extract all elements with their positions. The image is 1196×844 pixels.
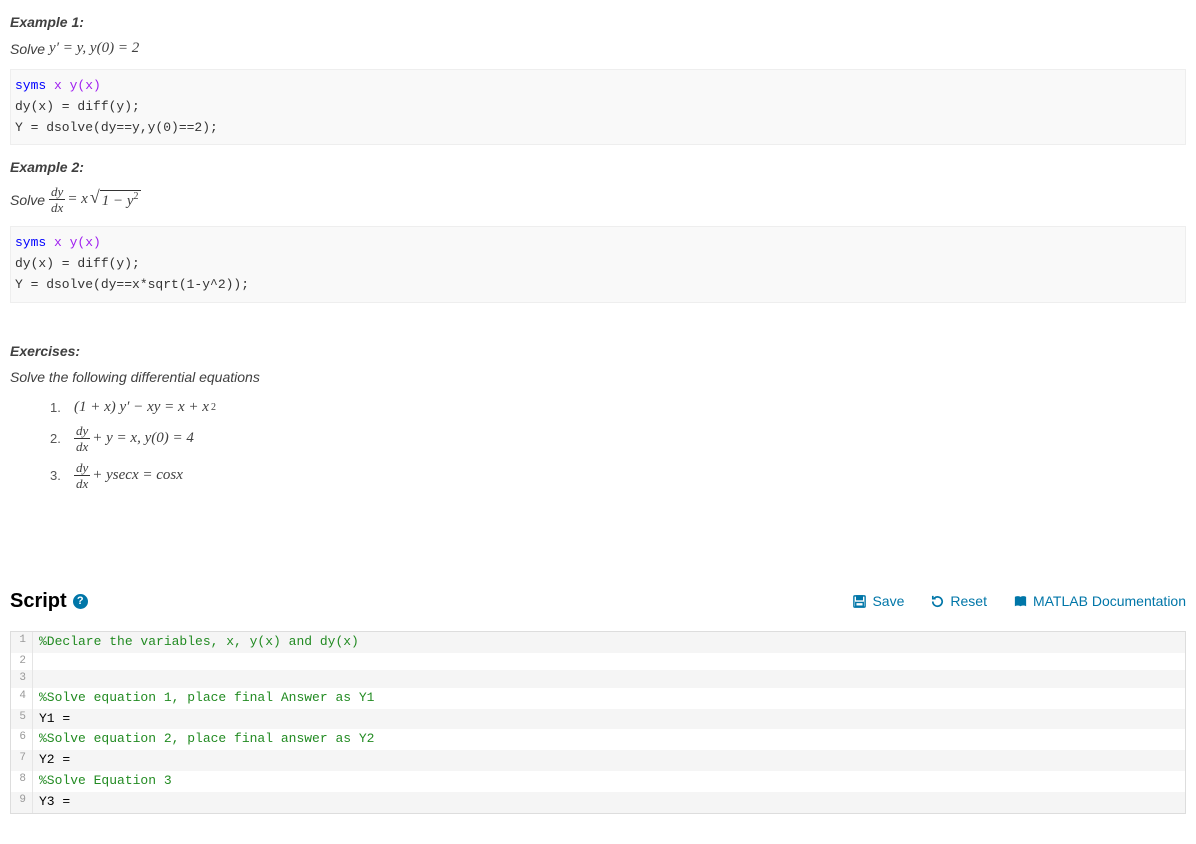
code-line[interactable]: %Solve equation 2, place final answer as… [33,729,374,750]
fraction: dy dx [74,461,90,490]
example2-codeblock: syms x y(x) dy(x) = diff(y); Y = dsolve(… [10,226,1186,302]
editor-row[interactable]: 6 %Solve equation 2, place final answer … [11,729,1185,750]
code-line[interactable] [33,670,39,688]
save-button[interactable]: Save [852,593,904,609]
exercise-item: 1. (1 + x) y′ − xy = x + x2 [50,399,1186,416]
line-number: 2 [11,653,33,671]
frac-den: dx [76,476,88,490]
reset-label: Reset [950,593,987,609]
solve-label: Solve [10,192,45,208]
reset-icon [930,594,945,609]
example1-equation: y′ = y, y(0) = 2 [49,40,139,57]
exercise-eq: dy dx + y = x, y(0) = 4 [74,424,194,453]
line-number: 1 [11,632,33,653]
exercise-eq: (1 + x) y′ − xy = x + x2 [74,399,216,416]
book-icon [1013,594,1028,609]
exercises-subtitle: Solve the following differential equatio… [10,369,1186,385]
code-line: Y = dsolve(dy==y,y(0)==2); [15,120,218,135]
editor-row[interactable]: 2 [11,653,1185,671]
script-title-group: Script ? [10,590,88,613]
code-editor[interactable]: 1 %Declare the variables, x, y(x) and dy… [10,631,1186,814]
line-number: 9 [11,792,33,813]
code-kw-syms: syms [15,235,46,250]
ex-num: 1. [50,400,64,415]
exercise-item: 2. dy dx + y = x, y(0) = 4 [50,424,1186,453]
eq-rest: + y = x, y(0) = 4 [92,430,194,447]
script-title: Script [10,590,67,613]
example1-codeblock: syms x y(x) dy(x) = diff(y); Y = dsolve(… [10,69,1186,145]
code-line[interactable]: %Solve Equation 3 [33,771,172,792]
ex-num: 3. [50,468,64,483]
example2-title: Example 2: [10,159,1186,175]
code-line[interactable]: Y1 = [33,709,70,730]
editor-row[interactable]: 8 %Solve Equation 3 [11,771,1185,792]
code-line[interactable]: %Solve equation 1, place final Answer as… [33,688,374,709]
editor-row[interactable]: 9 Y3 = [11,792,1185,813]
save-icon [852,594,867,609]
save-label: Save [872,593,904,609]
line-number: 5 [11,709,33,730]
line-number: 4 [11,688,33,709]
ex-num: 2. [50,431,64,446]
sqrt-sign: √ [90,190,100,204]
frac-den: dx [51,200,63,214]
docs-button[interactable]: MATLAB Documentation [1013,593,1186,609]
code-sym-args: x y(x) [46,78,101,93]
eq-mid: = x [67,191,88,208]
reset-button[interactable]: Reset [930,593,987,609]
line-number: 3 [11,670,33,688]
fraction: dy dx [49,185,65,214]
editor-row[interactable]: 4 %Solve equation 1, place final Answer … [11,688,1185,709]
editor-row[interactable]: 1 %Declare the variables, x, y(x) and dy… [11,632,1185,653]
code-sym-args: x y(x) [46,235,101,250]
fraction: dy dx [74,424,90,453]
eq-rest: + ysecx = cosx [92,467,183,484]
frac-num: dy [74,424,90,439]
line-number: 6 [11,729,33,750]
sqrt: √ 1 − y2 [90,190,141,210]
line-number: 7 [11,750,33,771]
exercise-eq: dy dx + ysecx = cosx [74,461,183,490]
example1-solve-line: Solve y′ = y, y(0) = 2 [10,40,1186,57]
code-line[interactable]: Y2 = [33,750,70,771]
code-line[interactable]: Y3 = [33,792,70,813]
example1-title: Example 1: [10,14,1186,30]
exercise-list: 1. (1 + x) y′ − xy = x + x2 2. dy dx + y… [50,399,1186,490]
code-kw-syms: syms [15,78,46,93]
exercises-title: Exercises: [10,343,1186,359]
script-header: Script ? Save Reset MATLAB Documentation [10,590,1186,613]
code-line: dy(x) = diff(y); [15,99,140,114]
docs-label: MATLAB Documentation [1033,593,1186,609]
frac-num: dy [74,461,90,476]
example2-equation: dy dx = x √ 1 − y2 [49,185,140,214]
frac-num: dy [49,185,65,200]
code-line[interactable]: %Declare the variables, x, y(x) and dy(x… [33,632,359,653]
exercise-item: 3. dy dx + ysecx = cosx [50,461,1186,490]
example2-solve-line: Solve dy dx = x √ 1 − y2 [10,185,1186,214]
solve-label: Solve [10,41,45,57]
frac-den: dx [76,439,88,453]
editor-row[interactable]: 3 [11,670,1185,688]
script-actions: Save Reset MATLAB Documentation [852,593,1186,609]
editor-row[interactable]: 7 Y2 = [11,750,1185,771]
code-line: dy(x) = diff(y); [15,256,140,271]
help-icon[interactable]: ? [73,594,88,609]
code-line[interactable] [33,653,39,671]
code-line: Y = dsolve(dy==x*sqrt(1-y^2)); [15,277,249,292]
editor-row[interactable]: 5 Y1 = [11,709,1185,730]
line-number: 8 [11,771,33,792]
sqrt-body: 1 − y2 [100,190,141,210]
